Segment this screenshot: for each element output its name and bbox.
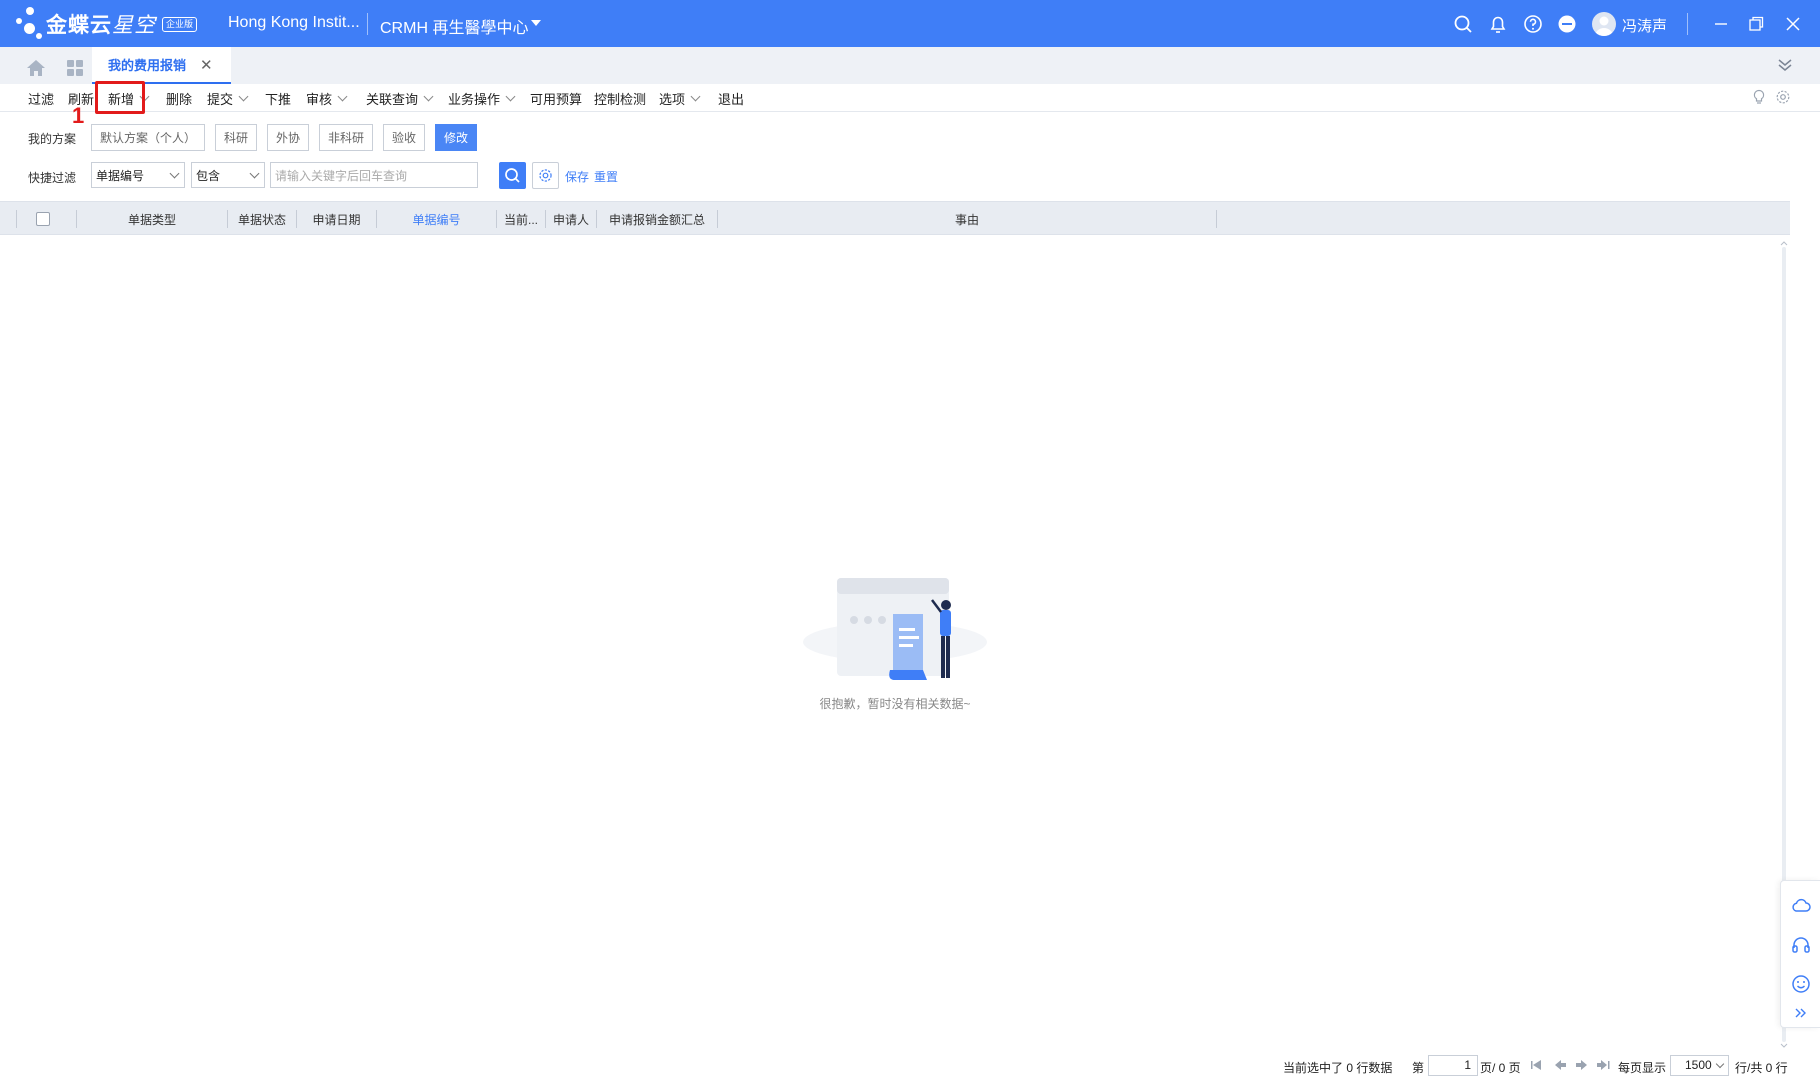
total-rows-text: 行/共 0 行 [1735, 1061, 1788, 1075]
tab-close-icon[interactable]: ✕ [200, 56, 213, 74]
top-divider [367, 13, 368, 35]
help-icon[interactable] [1522, 13, 1544, 35]
reset-link[interactable]: 重置 [594, 168, 618, 185]
pagination-footer: 当前选中了 0 行数据 第 1 页/ 0 页 每页显示 1500 行/共 0 行 [0, 1055, 1820, 1080]
exit-button[interactable]: 退出 [718, 89, 744, 108]
previous-page-icon[interactable] [1553, 1059, 1567, 1071]
settings-icon[interactable] [1775, 89, 1791, 105]
business-ops-button[interactable]: 业务操作 [448, 89, 516, 108]
grid-header: 单据类型 单据状态 申请日期 单据编号 当前... 申请人 申请报销金额汇总 事… [0, 201, 1790, 235]
floating-side-panel [1780, 880, 1820, 1028]
save-link[interactable]: 保存 [565, 168, 589, 185]
related-query-button[interactable]: 关联查询 [366, 89, 434, 108]
user-name[interactable]: 冯涛声 [1622, 15, 1667, 36]
top-bar: 金蝶云星空 企业版 Hong Kong Instit... CRMH 再生醫學中… [0, 0, 1820, 47]
tab-label: 我的费用报销 [108, 58, 187, 73]
lightbulb-icon[interactable] [1751, 89, 1767, 105]
chevron-down-icon [169, 168, 180, 179]
scheme-modify-button[interactable]: 修改 [435, 124, 477, 151]
available-budget-button[interactable]: 可用预算 [530, 89, 582, 108]
close-icon[interactable] [1782, 13, 1804, 35]
quick-filter-label: 快捷过滤 [28, 171, 77, 185]
restore-icon[interactable] [1745, 13, 1767, 35]
app-logo[interactable]: 金蝶云星空 企业版 [14, 7, 198, 41]
scheme-outsourcing[interactable]: 外协 [267, 124, 309, 151]
logo-mark-icon [14, 7, 44, 41]
audit-button[interactable]: 审核 [306, 89, 348, 108]
chevron-down-icon [238, 91, 249, 102]
search-icon[interactable] [1452, 13, 1474, 35]
column-header-doc-type[interactable]: 单据类型 [77, 202, 227, 236]
edition-badge: 企业版 [162, 16, 198, 32]
tab-my-expense-claims[interactable]: 我的费用报销 ✕ [92, 47, 231, 84]
home-icon[interactable] [26, 59, 46, 77]
column-header-current[interactable]: 当前... [497, 202, 545, 236]
first-page-icon[interactable] [1530, 1059, 1544, 1071]
filter-button[interactable]: 过滤 [28, 89, 54, 108]
chevron-double-down-icon[interactable] [1776, 56, 1794, 74]
page-total-text: 页/ 0 页 [1480, 1061, 1521, 1075]
chevron-down-icon [249, 168, 260, 179]
avatar[interactable] [1592, 12, 1616, 36]
empty-state-message: 很抱歉，暂时没有相关数据~ [819, 697, 971, 711]
scheme-default[interactable]: 默认方案（个人） [91, 124, 205, 151]
minimize-icon[interactable] [1710, 13, 1732, 35]
apps-grid-icon[interactable] [66, 59, 84, 77]
selected-count-text: 当前选中了 0 行数据 [1283, 1061, 1393, 1075]
scroll-down-icon [1780, 1043, 1788, 1048]
column-header-amount-total[interactable]: 申请报销金额汇总 [597, 202, 717, 236]
delete-button[interactable]: 删除 [166, 89, 192, 108]
column-header-doc-status[interactable]: 单据状态 [228, 202, 296, 236]
column-header-applicant[interactable]: 申请人 [546, 202, 596, 236]
page-size-select[interactable]: 1500 [1670, 1055, 1729, 1076]
page-number-input[interactable]: 1 [1428, 1055, 1478, 1076]
cloud-icon[interactable] [1790, 895, 1812, 917]
push-down-button[interactable]: 下推 [265, 89, 291, 108]
logo-text: 金蝶云星空 [46, 14, 156, 37]
scheme-research[interactable]: 科研 [215, 124, 257, 151]
scheme-acceptance[interactable]: 验收 [383, 124, 425, 151]
column-header-doc-number[interactable]: 单据编号 [377, 202, 496, 236]
chevron-down-icon [423, 91, 434, 102]
org-unit-name[interactable]: CRMH 再生醫學中心 [380, 14, 528, 38]
scheme-label: 我的方案 [28, 132, 77, 146]
annotation-highlight-box [95, 81, 145, 114]
more-icon[interactable] [1556, 13, 1578, 35]
options-button[interactable]: 选项 [659, 89, 701, 108]
chevron-down-icon [1715, 1059, 1725, 1069]
scheme-non-research[interactable]: 非科研 [319, 124, 373, 151]
search-button[interactable] [499, 162, 526, 189]
top-divider [1687, 13, 1688, 35]
scroll-up-icon [1780, 241, 1788, 246]
chevron-double-right-icon[interactable] [1790, 1002, 1812, 1024]
organization-name[interactable]: Hong Kong Instit... [228, 14, 360, 32]
toolbar: 过滤 刷新 新增 删除 提交 下推 审核 关联查询 业务操作 可用预算 控制检测… [0, 84, 1820, 112]
page-prefix: 第 [1412, 1061, 1425, 1075]
column-header-apply-date[interactable]: 申请日期 [297, 202, 376, 236]
last-page-icon[interactable] [1597, 1059, 1611, 1071]
control-check-button[interactable]: 控制检测 [594, 89, 646, 108]
column-header-reason[interactable]: 事由 [718, 202, 1216, 236]
select-all-checkbox[interactable] [36, 212, 50, 226]
page-size-label: 每页显示 [1618, 1061, 1667, 1075]
chevron-down-icon [337, 91, 348, 102]
next-page-icon[interactable] [1575, 1059, 1589, 1071]
headset-icon[interactable] [1790, 934, 1812, 956]
bell-icon[interactable] [1487, 13, 1509, 35]
org-dropdown-icon[interactable] [531, 20, 541, 26]
tab-strip: 我的费用报销 ✕ [0, 47, 1820, 84]
operator-select[interactable]: 包含 [191, 162, 265, 188]
chevron-down-icon [690, 91, 701, 102]
filter-settings-button[interactable] [532, 162, 559, 189]
submit-button[interactable]: 提交 [207, 89, 249, 108]
annotation-number: 1 [72, 103, 85, 128]
empty-state-illustration [803, 578, 987, 680]
smiley-feedback-icon[interactable] [1790, 973, 1812, 995]
search-input[interactable]: 请输入关键字后回车查询 [270, 162, 478, 188]
field-select[interactable]: 单据编号 [91, 162, 185, 188]
chevron-down-icon [505, 91, 516, 102]
